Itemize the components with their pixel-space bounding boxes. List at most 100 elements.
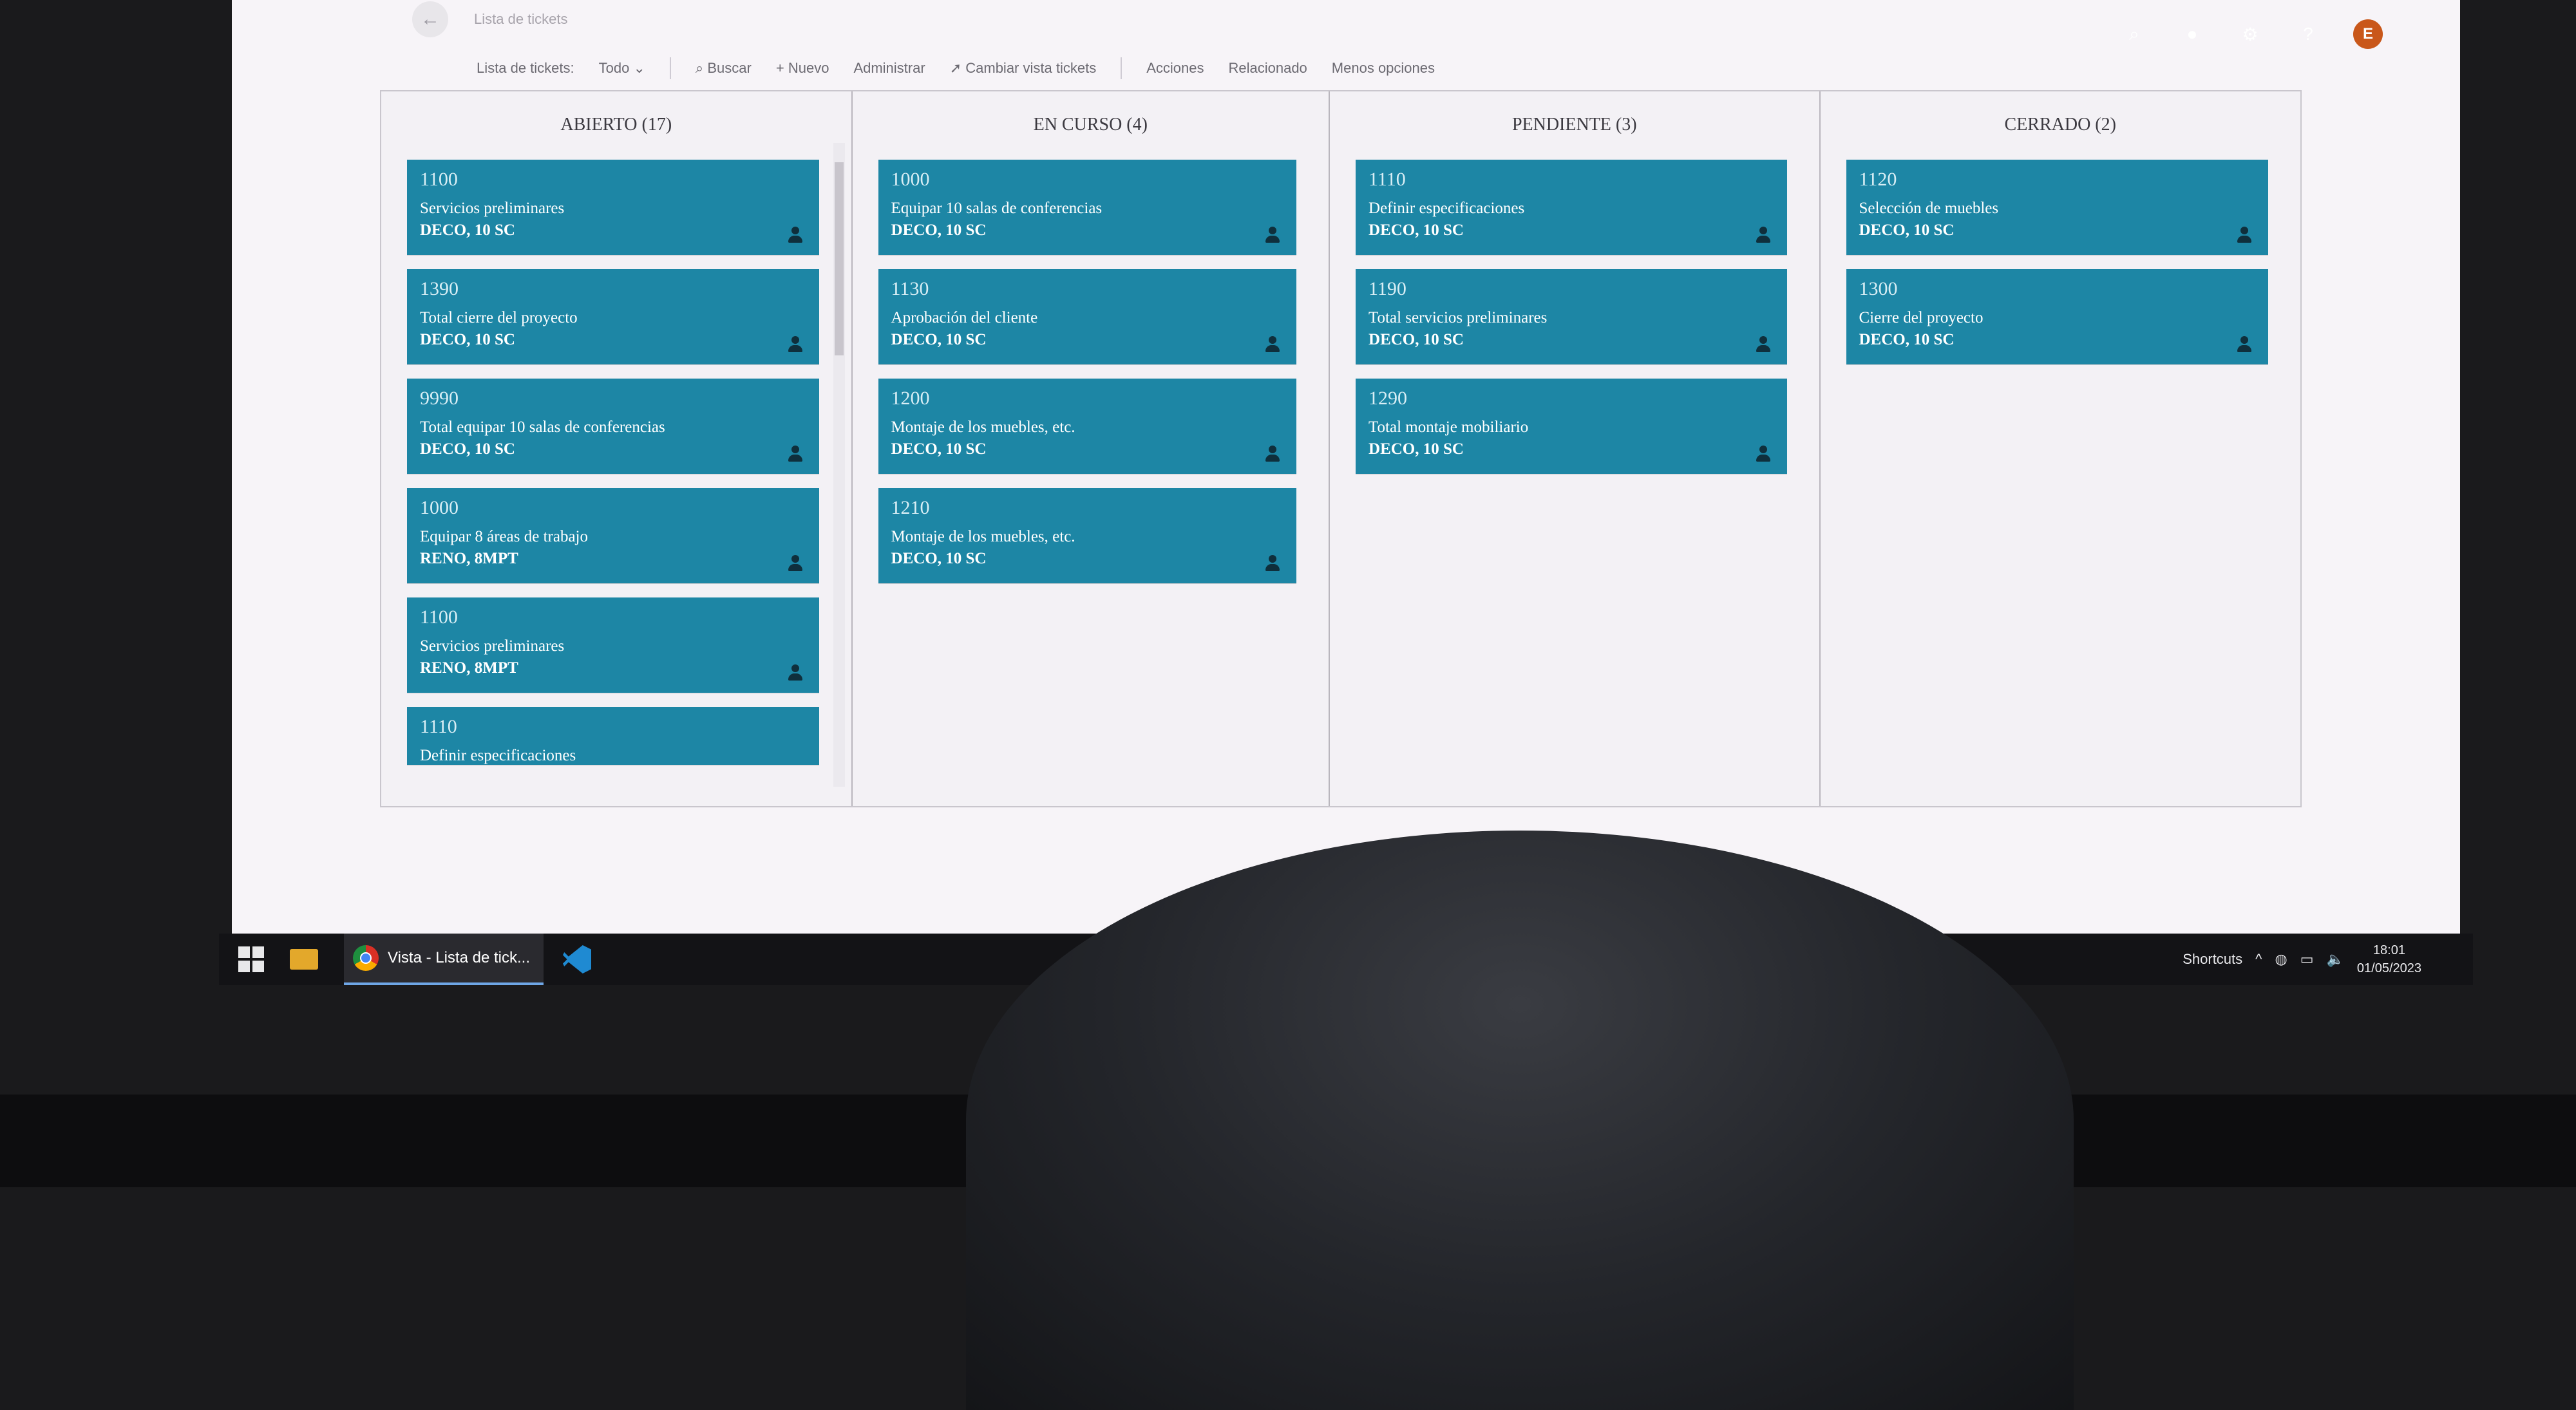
clock-time: 18:01 [2372,943,2405,957]
ticket-card[interactable]: 1300 Cierre del proyecto DECO, 10 SC [1846,269,2268,364]
ticket-tag: DECO, 10 SC [1368,440,1464,458]
ticket-card[interactable]: 1210 Montaje de los muebles, etc. DECO, … [878,488,1297,583]
divider [669,57,671,79]
new-button[interactable]: + Nuevo [776,60,829,77]
ticket-tag: RENO, 8MPT [420,550,518,567]
person-icon[interactable] [1265,227,1280,243]
related-button[interactable]: Relacionado [1228,60,1307,77]
ticket-card[interactable]: 1100 Servicios preliminares DECO, 10 SC [407,160,819,255]
search-label: Buscar [707,60,752,76]
top-icons: ⌕ ● ⚙ ? E [2121,19,2383,49]
ticket-number: 1000 [891,169,930,190]
ticket-card[interactable]: 1110 Definir especificaciones DECO, 10 S… [1356,160,1787,255]
ticket-card[interactable]: 1390 Total cierre del proyecto DECO, 10 … [407,269,819,364]
ticket-card[interactable]: 1000 Equipar 10 salas de conferencias DE… [878,160,1297,255]
person-icon[interactable] [1265,555,1280,572]
fewer-options-button[interactable]: Menos opciones [1332,60,1435,77]
person-icon[interactable] [788,555,802,572]
ticket-tag: DECO, 10 SC [891,331,987,348]
windows-start-icon[interactable] [238,946,264,972]
ticket-name: Montaje de los muebles, etc. [891,528,1075,545]
ticket-card[interactable]: 1130 Aprobación del cliente DECO, 10 SC [878,269,1297,364]
column-en-curso: EN CURSO (4) 1000 Equipar 10 salas de co… [852,91,1331,806]
ticket-tag: DECO, 10 SC [891,440,987,458]
person-icon[interactable] [1756,227,1770,243]
back-button[interactable]: ← [412,1,448,37]
shortcuts-label[interactable]: Shortcuts [2183,951,2242,968]
new-label: Nuevo [788,60,829,76]
ticket-tag: DECO, 10 SC [420,440,515,458]
card-list: 1110 Definir especificaciones DECO, 10 S… [1330,160,1819,474]
person-icon[interactable] [1756,336,1770,353]
clock[interactable]: 18:01 01/05/2023 [2357,941,2421,977]
ticket-name: Cierre del proyecto [1859,309,1984,326]
clock-date: 01/05/2023 [2356,961,2421,975]
person-icon[interactable] [788,227,802,243]
person-icon[interactable] [2237,227,2251,243]
list-label: Lista de tickets: [477,60,574,76]
mouse-foreground [966,831,2074,1410]
ticket-number: 1110 [420,716,457,737]
ticket-card[interactable]: 1290 Total montaje mobiliario DECO, 10 S… [1356,379,1787,474]
avatar[interactable]: E [2353,19,2383,49]
person-icon[interactable] [788,664,802,681]
plus-icon: + [775,60,784,76]
person-icon[interactable] [1756,446,1770,462]
admin-button[interactable]: Administrar [853,60,925,77]
person-icon[interactable] [788,336,802,353]
ticket-tag: DECO, 10 SC [1859,221,1955,239]
file-explorer-button[interactable] [290,934,318,985]
ticket-card[interactable]: 1200 Montaje de los muebles, etc. DECO, … [878,379,1297,474]
person-icon[interactable] [788,446,802,462]
ticket-number: 1210 [891,497,930,518]
ticket-number: 1000 [420,497,459,518]
chevron-down-icon: ⌄ [633,60,645,76]
vscode-icon[interactable] [563,945,591,973]
scrollbar-thumb[interactable] [834,162,844,355]
change-view-button[interactable]: ➚ Cambiar vista tickets [950,60,1097,77]
ticket-tag: DECO, 10 SC [420,331,515,348]
ticket-number: 1130 [891,278,929,299]
ticket-card[interactable]: 1100 Servicios preliminares RENO, 8MPT [407,597,819,693]
ticket-card[interactable]: 1190 Total servicios preliminares DECO, … [1356,269,1787,364]
filter-select[interactable]: Todo ⌄ [599,60,645,77]
person-icon[interactable] [2237,336,2251,353]
search-icon: ⌕ [695,60,704,76]
ticket-tag: RENO, 8MPT [420,659,518,677]
ticket-card[interactable]: 1110 Definir especificaciones [407,707,819,765]
volume-icon[interactable]: 🔈 [2326,951,2344,968]
chevron-up-icon[interactable]: ^ [2255,951,2262,968]
column-scrollbar[interactable] [833,143,845,787]
search-button[interactable]: ⌕ Buscar [696,60,752,77]
chrome-taskbar-button[interactable]: Vista - Lista de tick... [344,934,544,985]
command-bar: Lista de tickets: Todo ⌄ ⌕ Buscar + Nuev… [477,55,1435,81]
battery-icon[interactable]: ▭ [2300,951,2314,968]
ticket-name: Selección de muebles [1859,200,1999,217]
gear-icon[interactable]: ⚙ [2237,24,2263,45]
column-header: CERRADO (2) [2004,115,2116,135]
actions-button[interactable]: Acciones [1146,60,1204,77]
ticket-tag: DECO, 10 SC [1368,221,1464,239]
ticket-name: Servicios preliminares [420,637,565,655]
column-header: EN CURSO (4) [1033,115,1148,135]
lightbulb-icon[interactable]: ● [2179,24,2205,44]
search-icon[interactable]: ⌕ [2121,24,2147,45]
ticket-card[interactable]: 1120 Selección de muebles DECO, 10 SC [1846,160,2268,255]
browser-screen: ← Lista de tickets ⌕ ● ⚙ ? E Lista de ti… [232,0,2460,934]
person-icon[interactable] [1265,336,1280,353]
help-icon[interactable]: ? [2295,24,2321,44]
ticket-name: Total equipar 10 salas de conferencias [420,418,665,436]
ticket-number: 1300 [1859,278,1898,299]
divider [1121,57,1122,79]
ticket-card[interactable]: 1000 Equipar 8 áreas de trabajo RENO, 8M… [407,488,819,583]
ticket-card[interactable]: 9990 Total equipar 10 salas de conferenc… [407,379,819,474]
folder-icon [290,949,318,970]
card-list: 1000 Equipar 10 salas de conferencias DE… [853,160,1329,583]
network-icon[interactable]: ◍ [2275,951,2287,968]
person-icon[interactable] [1265,446,1280,462]
column-pendiente: PENDIENTE (3) 1110 Definir especificacio… [1330,91,1821,806]
ticket-number: 1100 [420,606,458,628]
ticket-number: 1100 [420,169,458,190]
change-view-label: Cambiar vista tickets [965,60,1097,76]
ticket-tag: DECO, 10 SC [1368,331,1464,348]
